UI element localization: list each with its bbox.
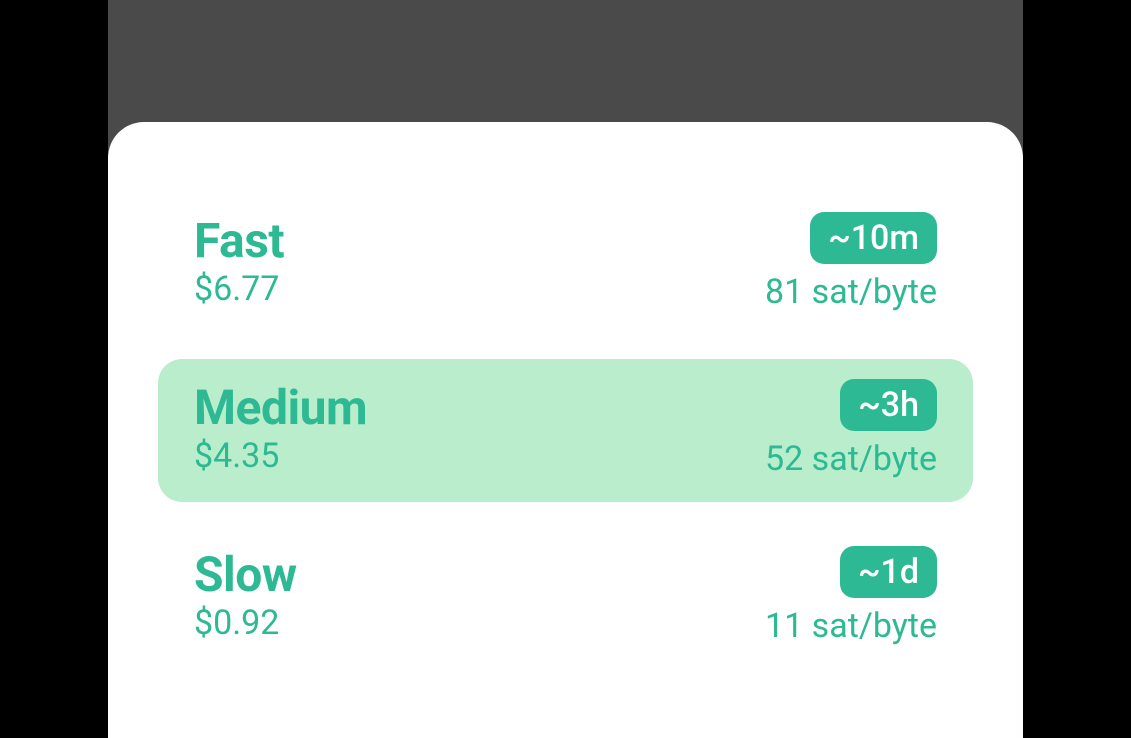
fee-name: Medium — [194, 382, 367, 435]
fee-time-badge: ~10m — [810, 212, 937, 264]
fee-price: $6.77 — [194, 269, 284, 310]
fee-price: $4.35 — [194, 436, 367, 477]
fee-name: Fast — [194, 215, 284, 268]
fee-name: Slow — [194, 549, 297, 602]
fee-right: ~3h 52 sat/byte — [765, 379, 937, 480]
fee-rate: 11 sat/byte — [765, 606, 937, 647]
fee-option-fast[interactable]: Fast $6.77 ~10m 81 sat/byte — [158, 192, 973, 335]
fee-price: $0.92 — [194, 603, 297, 644]
fee-option-slow[interactable]: Slow $0.92 ~1d 11 sat/byte — [158, 526, 973, 669]
fee-selection-sheet: Fast $6.77 ~10m 81 sat/byte Medium $4.35… — [108, 122, 1023, 738]
fee-left: Slow $0.92 — [194, 549, 297, 645]
fee-rate: 52 sat/byte — [765, 439, 937, 480]
app-frame: Fast $6.77 ~10m 81 sat/byte Medium $4.35… — [108, 0, 1023, 738]
fee-option-medium[interactable]: Medium $4.35 ~3h 52 sat/byte — [158, 359, 973, 502]
fee-left: Medium $4.35 — [194, 382, 367, 478]
fee-rate: 81 sat/byte — [765, 272, 937, 313]
fee-right: ~1d 11 sat/byte — [765, 546, 937, 647]
fee-right: ~10m 81 sat/byte — [765, 212, 937, 313]
fee-time-badge: ~3h — [840, 379, 937, 431]
fee-left: Fast $6.77 — [194, 215, 284, 311]
fee-time-badge: ~1d — [840, 546, 937, 598]
